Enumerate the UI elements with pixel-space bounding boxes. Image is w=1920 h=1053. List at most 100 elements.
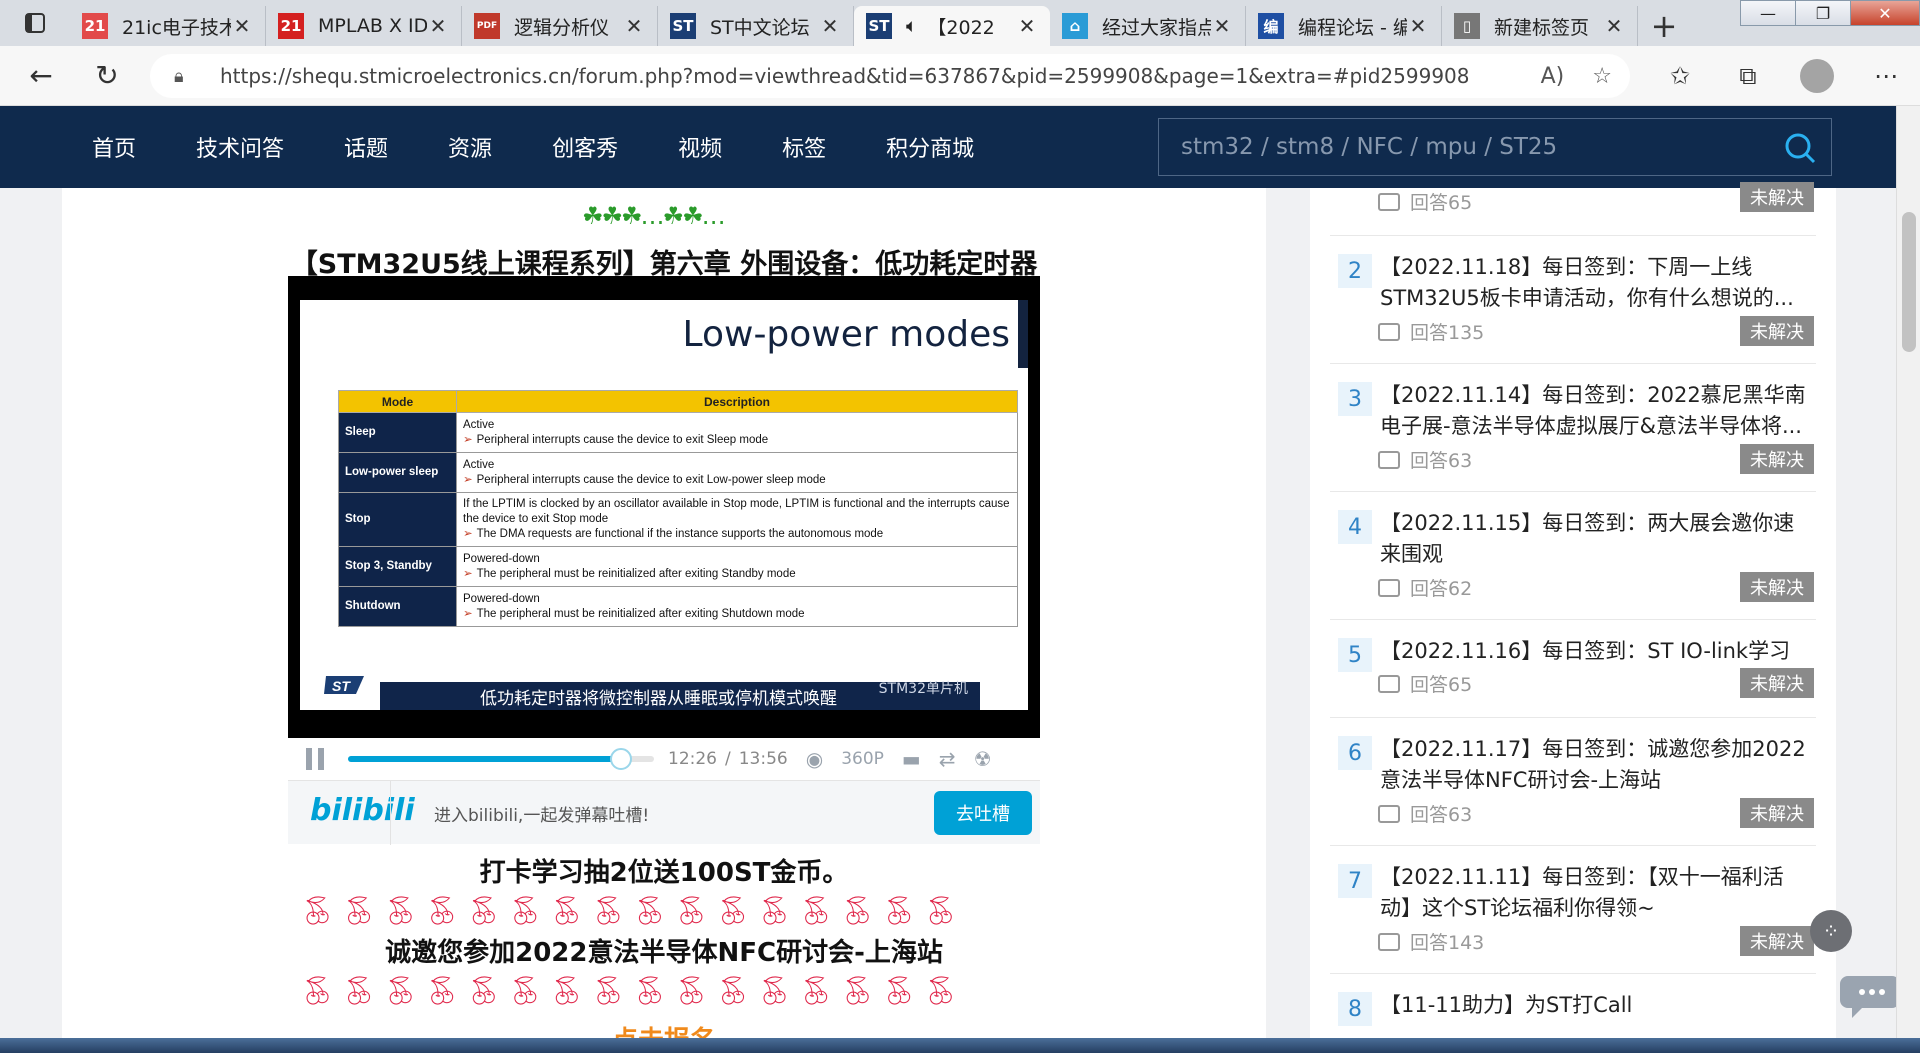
back-button[interactable]: ← (8, 46, 74, 106)
loop-icon[interactable]: ⇄ (939, 747, 956, 771)
status-badge: 未解决 (1740, 316, 1814, 346)
mode-cell: Stop (338, 492, 457, 547)
back-arrow-icon: ← (29, 59, 53, 92)
progress-bar[interactable] (348, 748, 654, 770)
new-tab-button[interactable]: + (1638, 6, 1690, 46)
close-tab-icon[interactable]: ✕ (427, 14, 449, 38)
quality-selector[interactable]: 360P (841, 749, 884, 769)
comment-icon (1378, 578, 1400, 597)
tab-title: ST中文论坛 (710, 16, 810, 39)
favorites-icon[interactable]: ✩ (1646, 62, 1714, 90)
web-page: 首页 技术问答 话题 资源 创客秀 视频 标签 积分商城 stm32 / stm8 / NFC… (0, 106, 1920, 1053)
mode-cell: Sleep (338, 412, 457, 453)
thread-title[interactable]: 【2022.11.18】每日签到：下周一上线STM32U5板卡申请活动，你有什么… (1380, 252, 1814, 314)
refresh-button[interactable]: ↻ (74, 46, 140, 106)
close-tab-icon[interactable]: ✕ (1603, 14, 1625, 38)
site-nav-item[interactable]: 话题 (344, 131, 388, 163)
maximize-button[interactable]: ❐ (1795, 0, 1851, 26)
close-tab-icon[interactable]: ✕ (819, 14, 841, 38)
minimize-button[interactable]: — (1740, 0, 1796, 26)
list-item[interactable]: 7 【2022.11.11】每日签到：【双十一福利活动】这个ST论坛福利你得领~ 回… (1330, 846, 1816, 974)
search-placeholder: stm32 / stm8 / NFC / mpu / ST25 (1181, 134, 1558, 160)
comment-icon (1378, 932, 1400, 951)
table-row: Sleep Active ➢ Peripheral interrupts cause … (338, 412, 1018, 453)
browser-toolbar: ✩ ⧉ ⋯ (1646, 46, 1920, 106)
divider (390, 781, 391, 845)
read-aloud-icon[interactable]: A) (1541, 64, 1565, 89)
browser-tab[interactable]: ST ST中文论坛 ✕ (658, 6, 854, 46)
site-search-input[interactable]: stm32 / stm8 / NFC / mpu / ST25 (1158, 118, 1832, 176)
browser-tab[interactable]: ST 🔈︎ 【2022 ✕ (854, 6, 1050, 46)
reply-count-text: 回答63 (1410, 804, 1473, 826)
lock-icon: 🔒︎ (174, 65, 184, 87)
table-row: Shutdown Powered-down ➢ The peripheral must… (338, 586, 1018, 627)
rank-number: 2 (1338, 254, 1372, 288)
bilibili-logo: bilibili (310, 793, 415, 828)
description-cell: If the LPTIM is clocked by an oscillator… (456, 492, 1018, 547)
speaker-icon[interactable]: 🔈︎ (906, 15, 917, 37)
reply-count: 回答62 (1378, 574, 1472, 601)
thread-title[interactable]: 【11-11助力】为ST打Call (1380, 990, 1814, 1021)
tab-title: 【2022 (927, 16, 995, 39)
video-player[interactable]: Low-power modes Mode Description Sleep Ac… (288, 276, 1040, 738)
description-cell: Powered-down ➢ The peripheral must be rein… (456, 586, 1018, 627)
browser-tab[interactable]: 21 21ic电子技术 ✕ (70, 6, 266, 46)
thread-title[interactable]: 【2022.11.11】每日签到：【双十一福利活动】这个ST论坛福利你得领~ (1380, 862, 1814, 924)
rank-number: 3 (1338, 382, 1372, 416)
thread-title[interactable]: 【2022.11.16】每日签到：ST IO-link学习 (1380, 636, 1814, 667)
bullet-arrow-icon: ➢ (463, 567, 473, 580)
pause-icon[interactable] (306, 748, 324, 770)
volume-icon[interactable]: ◉ (806, 747, 823, 771)
close-tab-icon[interactable]: ✕ (1407, 14, 1429, 38)
site-nav-item[interactable]: 视频 (678, 131, 722, 163)
list-item[interactable]: 3 【2022.11.14】每日签到：2022慕尼黑华南电子展-意法半导体虚拟展厅… (1330, 364, 1816, 492)
site-nav-item[interactable]: 首页 (92, 131, 136, 163)
collections-icon[interactable]: ⧉ (1714, 62, 1782, 90)
tab-actions-button[interactable] (0, 0, 70, 46)
barrage-button[interactable]: 去吐槽 (934, 791, 1032, 835)
browser-tab[interactable]: 21 MPLAB X IDE✕ (266, 6, 462, 46)
thread-title[interactable]: 【2022.11.15】每日签到：两大展会邀你速来围观 (1380, 508, 1814, 570)
thread-title[interactable]: 【2022.11.14】每日签到：2022慕尼黑华南电子展-意法半导体虚拟展厅&… (1380, 380, 1814, 442)
site-nav-item[interactable]: 技术问答 (196, 131, 284, 163)
site-nav-item[interactable]: 积分商城 (886, 131, 974, 163)
description-line: Powered-down (463, 592, 540, 605)
list-item[interactable]: 回答65 未解决 (1330, 182, 1816, 236)
list-item[interactable]: 4 【2022.11.15】每日签到：两大展会邀你速来围观 回答62 未解决 (1330, 492, 1816, 620)
list-item[interactable]: 6 【2022.11.17】每日签到：诚邀您参加2022意法半导体NFC研讨会-上… (1330, 718, 1816, 846)
thread-title[interactable]: 【2022.11.17】每日签到：诚邀您参加2022意法半导体NFC研讨会-上海… (1380, 734, 1814, 796)
browser-tab[interactable]: 编编程论坛 - 编 ✕ (1246, 6, 1442, 46)
reply-count-text: 回答63 (1410, 450, 1473, 472)
site-nav-item[interactable]: 标签 (782, 131, 826, 163)
apps-grid-icon[interactable]: ⁘ (1810, 910, 1852, 952)
list-item[interactable]: 2 【2022.11.18】每日签到：下周一上线STM32U5板卡申请活动，你有什… (1330, 236, 1816, 364)
page-scrollbar[interactable] (1896, 106, 1920, 1053)
close-tab-icon[interactable]: ✕ (623, 14, 645, 38)
close-tab-icon[interactable]: ✕ (1016, 14, 1038, 38)
search-icon[interactable] (1783, 131, 1817, 165)
progress-handle[interactable] (609, 748, 632, 770)
close-tab-icon[interactable]: ✕ (231, 14, 253, 38)
close-tab-icon[interactable]: ✕ (1211, 14, 1233, 38)
browser-tab[interactable]: ⌂ 经过大家指点 ✕ (1050, 6, 1246, 46)
url-field[interactable]: 🔒︎ https://shequ.stmicroelectronics.cn/f… (150, 54, 1630, 98)
browser-tab[interactable]: PDF 逻辑分析仪 ✕ (462, 6, 658, 46)
reply-count: 回答143 (1378, 928, 1484, 955)
site-nav-item[interactable]: 创客秀 (552, 131, 618, 163)
widescreen-icon[interactable]: ☢ (974, 747, 992, 771)
profile-avatar[interactable] (1800, 59, 1834, 93)
site-nav-item[interactable]: 资源 (448, 131, 492, 163)
reply-count-text: 回答65 (1410, 192, 1473, 214)
status-badge: 未解决 (1740, 668, 1814, 698)
list-item[interactable]: 5 【2022.11.16】每日签到：ST IO-link学习 回答65 未解决 (1330, 620, 1816, 718)
barrage-prompt[interactable]: 进入bilibili,一起发弹幕吐槽! (434, 801, 649, 826)
close-window-button[interactable]: ✕ (1850, 0, 1920, 26)
reply-count-text: 回答62 (1410, 578, 1473, 600)
tab-title: 新建标签页 (1494, 16, 1590, 39)
browser-tab[interactable]: ▯ 新建标签页 ✕ (1442, 6, 1638, 46)
video-frame: Low-power modes Mode Description Sleep Ac… (300, 300, 1028, 710)
add-favorite-icon[interactable]: ☆ (1592, 64, 1612, 89)
scrollbar-thumb[interactable] (1902, 212, 1916, 352)
danmaku-icon[interactable]: ▬ (902, 747, 921, 771)
more-menu-icon[interactable]: ⋯ (1852, 62, 1920, 90)
